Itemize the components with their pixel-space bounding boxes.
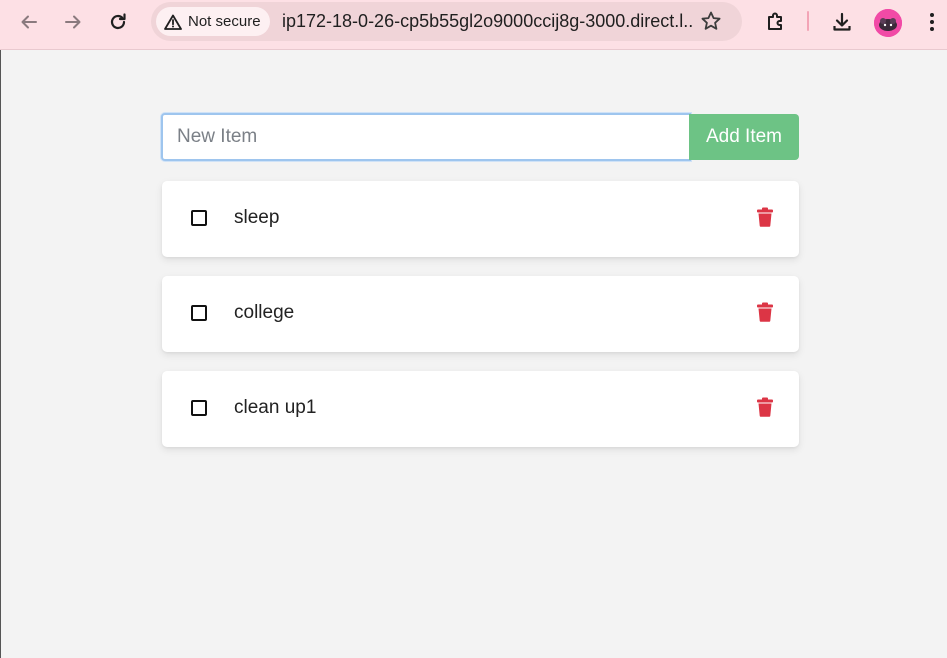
puzzle-icon — [765, 11, 787, 38]
reload-button[interactable] — [103, 9, 133, 39]
warning-icon — [164, 14, 182, 30]
todo-item: college — [162, 276, 799, 352]
trash-icon — [756, 302, 774, 327]
todo-list: sleep college clean up1 — [162, 181, 799, 466]
todo-item: clean up1 — [162, 371, 799, 447]
delete-button[interactable] — [754, 397, 776, 422]
reload-icon — [108, 12, 128, 37]
delete-button[interactable] — [754, 207, 776, 232]
arrow-right-icon — [64, 13, 82, 36]
todo-checkbox[interactable] — [191, 400, 207, 416]
todo-label: college — [234, 302, 295, 323]
back-button[interactable] — [14, 9, 44, 39]
new-item-input[interactable] — [161, 113, 691, 161]
todo-checkbox[interactable] — [191, 210, 207, 226]
todo-checkbox[interactable] — [191, 305, 207, 321]
todo-item: sleep — [162, 181, 799, 257]
trash-icon — [756, 207, 774, 232]
add-item-form: Add Item — [161, 113, 799, 161]
url-text[interactable]: ip172-18-0-26-cp5b55gl2o9000ccij8g-3000.… — [282, 11, 692, 32]
download-icon — [831, 11, 853, 38]
forward-button[interactable] — [58, 9, 88, 39]
toolbar-separator — [807, 11, 809, 31]
browser-toolbar: Not secure ip172-18-0-26-cp5b55gl2o9000c… — [0, 0, 947, 50]
security-label: Not secure — [188, 13, 261, 30]
trash-icon — [756, 397, 774, 422]
bookmark-star-icon[interactable] — [700, 10, 722, 37]
todo-label: sleep — [234, 207, 280, 228]
profile-avatar[interactable] — [874, 9, 902, 37]
browser-menu-button[interactable] — [917, 9, 947, 39]
todo-label: clean up1 — [234, 397, 317, 418]
security-chip[interactable]: Not secure — [156, 7, 270, 36]
extensions-button[interactable] — [761, 9, 791, 39]
page-edge — [0, 50, 1, 658]
more-vert-icon — [929, 12, 935, 37]
arrow-left-icon — [20, 13, 38, 36]
add-item-button[interactable]: Add Item — [689, 114, 799, 160]
delete-button[interactable] — [754, 302, 776, 327]
address-bar[interactable]: Not secure ip172-18-0-26-cp5b55gl2o9000c… — [151, 2, 742, 41]
downloads-button[interactable] — [827, 9, 857, 39]
